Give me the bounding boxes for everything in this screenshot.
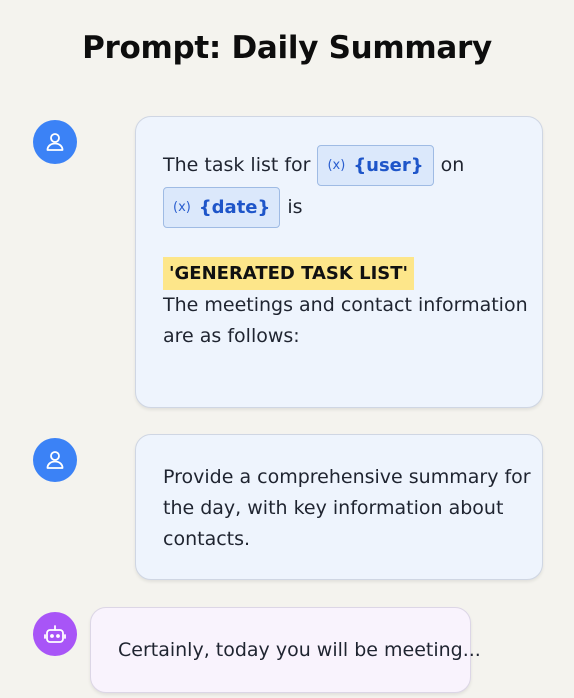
- user-avatar: [33, 120, 77, 164]
- user-icon: [46, 451, 64, 469]
- user-icon: [46, 133, 64, 151]
- instruction-text: the day, with key information about: [163, 497, 504, 519]
- prompt-text: are as follows:: [163, 325, 300, 347]
- prompt-line-3: 'GENERATED TASK LIST': [163, 257, 522, 290]
- prompt-text: The task list for: [163, 153, 311, 176]
- message-bubble-response: Certainly, today you will be meeting...: [90, 607, 481, 693]
- message-bubble-instruction: Provide a comprehensive summary for the …: [135, 434, 543, 580]
- prompt-text: on: [440, 153, 465, 176]
- instruction-text: contacts.: [163, 528, 251, 550]
- generated-task-list-highlight: 'GENERATED TASK LIST': [163, 257, 415, 290]
- page-title: Prompt: Daily Summary: [82, 30, 492, 66]
- message-bubble-prompt: The task list for (x) {user} on (x) {dat…: [135, 116, 543, 408]
- variable-chip-date[interactable]: (x) {date}: [163, 186, 281, 228]
- variable-chip-user[interactable]: (x) {user}: [317, 144, 434, 186]
- prompt-text: is: [287, 195, 303, 218]
- instruction-text: Provide a comprehensive summary for: [163, 466, 531, 488]
- variable-name: {date}: [198, 196, 271, 218]
- prompt-text: The meetings and contact information: [163, 294, 528, 316]
- bot-icon: [44, 625, 66, 643]
- variable-name: {user}: [353, 154, 424, 176]
- bot-avatar: [33, 612, 77, 656]
- variable-icon: (x): [327, 157, 346, 173]
- response-text: Certainly, today you will be meeting...: [118, 639, 481, 661]
- prompt-line-1: The task list for (x) {user} on: [163, 144, 522, 186]
- variable-icon: (x): [173, 199, 191, 215]
- user-avatar: [33, 438, 77, 482]
- prompt-line-2: (x) {date} is: [163, 186, 522, 228]
